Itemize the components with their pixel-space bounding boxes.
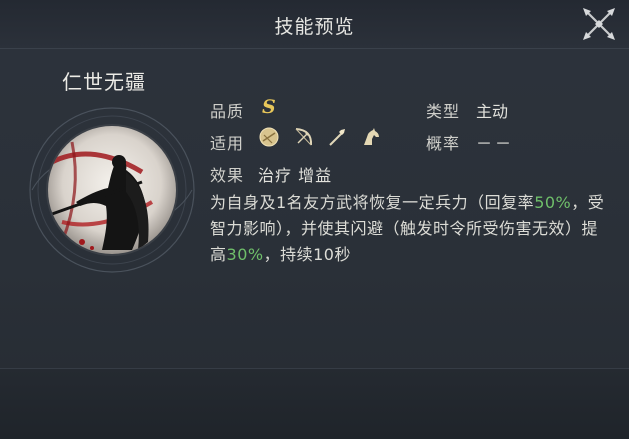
type-value: 主动 (476, 102, 509, 121)
type-label: 类型 (426, 102, 461, 121)
skill-portrait (22, 102, 202, 282)
grade-value: S (262, 96, 276, 118)
desc-text-3: ，持续10秒 (263, 245, 351, 264)
panel-footer (0, 368, 629, 439)
bow-icon (295, 128, 313, 146)
close-button[interactable] (579, 4, 619, 44)
panel-header: 技能预览 (0, 0, 629, 49)
grade-label: 品质 (210, 102, 245, 121)
applicable-troop-icons (258, 126, 382, 150)
skill-preview-panel: 技能预览 仁世无疆 品质 S 类型 主动 适用 概率 －－ 效果 治疗 增益 为… (0, 0, 629, 439)
skill-name: 仁世无疆 (62, 70, 146, 94)
page-title: 技能预览 (274, 16, 355, 38)
spear-icon (329, 129, 345, 146)
close-icon (583, 8, 615, 40)
probability-value: －－ (476, 134, 515, 153)
horse-icon (364, 128, 379, 145)
desc-text-1: 为自身及1名友方武将恢复一定兵力（回复率 (210, 193, 535, 212)
desc-percent-2: 30% (226, 245, 264, 264)
warrior-portrait-image (29, 107, 195, 273)
applicable-label: 适用 (210, 134, 245, 153)
desc-percent-1: 50% (534, 193, 572, 212)
shield-icon (259, 127, 279, 147)
effect-label: 效果 (210, 166, 245, 185)
skill-description: 为自身及1名友方武将恢复一定兵力（回复率50%，受智力影响），并使其闪避（触发时… (210, 190, 605, 268)
probability-label: 概率 (426, 134, 461, 153)
effect-tags: 治疗 增益 (258, 166, 333, 185)
